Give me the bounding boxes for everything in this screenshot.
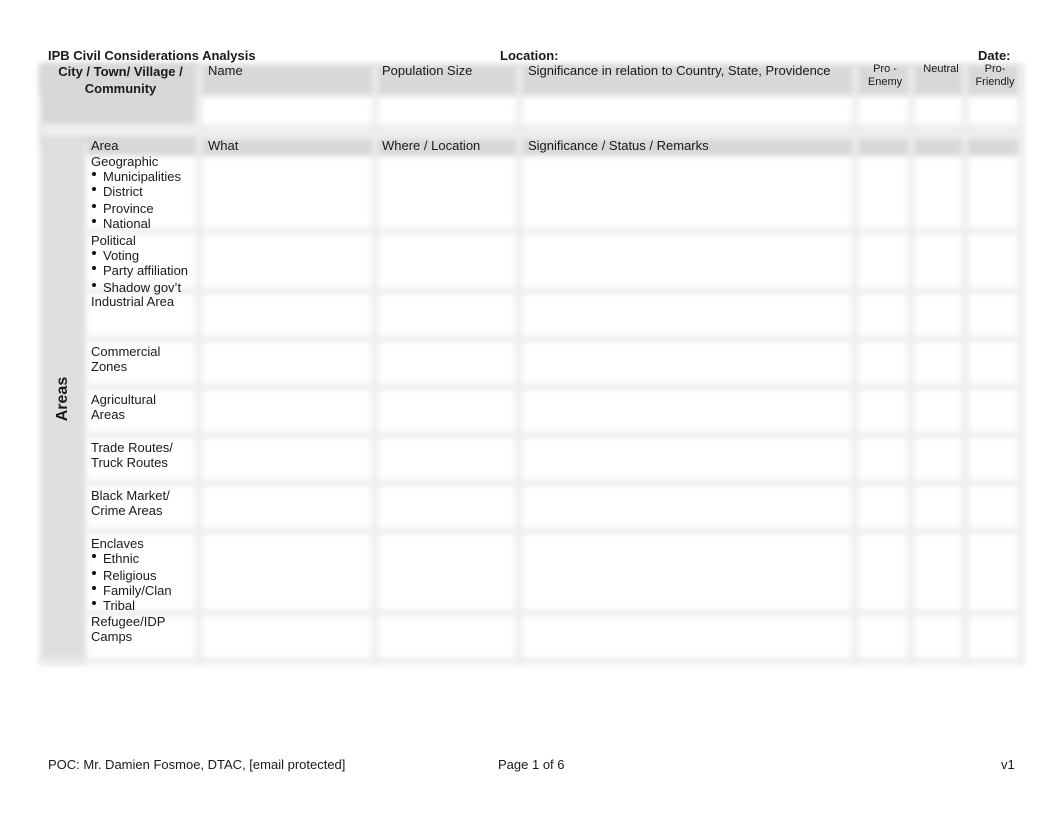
- document-title: IPB Civil Considerations Analysis: [48, 48, 256, 63]
- top-table-bottom-band: [40, 124, 1022, 138]
- grid-vline: [1018, 64, 1024, 664]
- grid-hline: [86, 228, 1022, 234]
- bullet-item: Ethnic: [91, 551, 172, 566]
- row-title-line1: Trade Routes/: [91, 440, 173, 455]
- area-row-agricultural: Agricultural Areas: [91, 392, 156, 422]
- area-row-industrial: Industrial Area: [91, 294, 175, 309]
- bullet-item: Province: [91, 201, 181, 216]
- row-title: Political: [91, 233, 136, 248]
- row-title-line1: Refugee/IDP: [91, 614, 166, 629]
- bullet-item: District: [91, 184, 181, 199]
- row-title-line2: Truck Routes: [91, 455, 168, 470]
- bullet-item: Voting: [91, 248, 188, 263]
- footer-version: v1: [1001, 757, 1015, 772]
- grid-hline: [86, 610, 1022, 616]
- significance-header: Significance in relation to Country, Sta…: [528, 63, 831, 78]
- area-row-geographic: Geographic Municipalities District Provi…: [91, 154, 181, 231]
- row-title-line2: Areas: [91, 407, 125, 422]
- bullet-item: Party affiliation: [91, 263, 188, 278]
- grid-hline: [86, 288, 1022, 294]
- row-title-line1: Agricultural: [91, 392, 157, 407]
- what-column-header: What: [208, 138, 239, 153]
- grid-hline: [86, 528, 1022, 534]
- neutral-header: Neutral: [923, 63, 959, 75]
- grid-vline: [372, 64, 378, 664]
- grid-vline: [908, 64, 914, 664]
- row-title-line2: Zones: [91, 359, 128, 374]
- area-row-enclaves: Enclaves Ethnic Religious Family/Clan Tr…: [91, 536, 172, 613]
- area-column-header: Area: [91, 138, 119, 153]
- areas-section-label: Areas: [54, 376, 71, 422]
- population-size-header: Population Size: [382, 63, 473, 78]
- remarks-column-header: Significance / Status / Remarks: [528, 138, 709, 153]
- date-label: Date:: [978, 48, 1011, 63]
- bullet-item: Family/Clan: [91, 583, 172, 598]
- grid-vline: [962, 64, 968, 664]
- location-label: Location:: [500, 48, 559, 63]
- bullet-item: Municipalities: [91, 169, 181, 184]
- footer-page-number: Page 1 of 6: [498, 757, 565, 772]
- bullet-item: Religious: [91, 568, 172, 583]
- area-row-trade-routes: Trade Routes/ Truck Routes: [91, 440, 173, 470]
- grid-vline: [516, 64, 522, 664]
- grid-hline: [86, 336, 1022, 342]
- row-title-line2: Camps: [91, 629, 133, 644]
- row-title: Geographic: [91, 154, 159, 169]
- grid-vline: [196, 64, 202, 664]
- row-title-line1: Commercial: [91, 344, 161, 359]
- where-column-header: Where / Location: [382, 138, 481, 153]
- grid-hline: [86, 432, 1022, 438]
- grid-hline: [40, 658, 1022, 664]
- grid-hline: [86, 384, 1022, 390]
- pro-friendly-header: Pro- Friendly: [975, 63, 1015, 88]
- city-town-header: City / Town/ Village / Community: [58, 64, 183, 96]
- area-row-refugee-camps: Refugee/IDP Camps: [91, 614, 165, 644]
- bullet-item: Tribal: [91, 598, 172, 613]
- area-row-black-market: Black Market/ Crime Areas: [91, 488, 170, 518]
- row-title: Enclaves: [91, 536, 144, 551]
- grid-vline: [852, 64, 858, 664]
- row-title-line2: Crime Areas: [91, 503, 163, 518]
- row-title-line1: Black Market/: [91, 488, 170, 503]
- area-row-political: Political Voting Party affiliation Shado…: [91, 233, 188, 295]
- name-header: Name: [208, 63, 243, 78]
- grid-hline: [86, 480, 1022, 486]
- pro-enemy-header: Pro - Enemy: [867, 63, 903, 88]
- bullet-item: National: [91, 216, 181, 231]
- area-row-commercial: Commercial Zones: [91, 344, 160, 374]
- footer-poc: POC: Mr. Damien Fosmoe, DTAC, [email pro…: [48, 757, 346, 772]
- bullet-item: Shadow gov’t: [91, 280, 188, 295]
